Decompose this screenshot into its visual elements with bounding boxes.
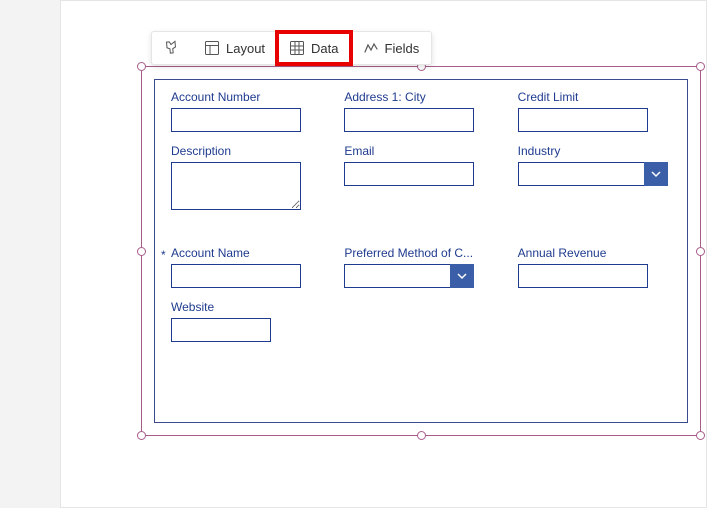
chevron-down-icon xyxy=(450,264,474,288)
field-email[interactable]: Email xyxy=(344,144,497,210)
field-industry[interactable]: Industry xyxy=(518,144,671,210)
field-label: Description xyxy=(171,144,324,158)
field-annual-revenue[interactable]: Annual Revenue xyxy=(518,246,671,288)
credit-limit-input[interactable] xyxy=(518,108,648,132)
field-credit-limit[interactable]: Credit Limit xyxy=(518,90,671,132)
resize-handle-bottom-right[interactable] xyxy=(696,431,705,440)
field-account-name[interactable]: * Account Name xyxy=(171,246,324,288)
layout-tab[interactable]: Layout xyxy=(192,32,277,64)
field-description[interactable]: Description xyxy=(171,144,324,210)
account-name-input[interactable] xyxy=(171,264,301,288)
field-label: Address 1: City xyxy=(344,90,497,104)
select-box xyxy=(344,264,450,288)
preferred-method-select[interactable] xyxy=(344,264,474,288)
field-label: Account Number xyxy=(171,90,324,104)
resize-handle-bottom-middle[interactable] xyxy=(417,431,426,440)
field-address1-city[interactable]: Address 1: City xyxy=(344,90,497,132)
field-website[interactable]: Website xyxy=(171,300,324,342)
layout-icon xyxy=(204,40,220,56)
fields-tab-label: Fields xyxy=(385,41,420,56)
select-box xyxy=(518,162,644,186)
form-group[interactable]: Account Number Address 1: City Credit Li… xyxy=(154,79,688,423)
data-tab-label: Data xyxy=(311,41,338,56)
chevron-down-icon xyxy=(644,162,668,186)
empty-cell xyxy=(344,300,497,342)
field-preferred-method[interactable]: Preferred Method of C... xyxy=(344,246,497,288)
required-marker: * xyxy=(161,248,166,262)
field-label: Credit Limit xyxy=(518,90,671,104)
data-tab[interactable]: Data xyxy=(277,32,350,64)
account-number-input[interactable] xyxy=(171,108,301,132)
field-label: Website xyxy=(171,300,324,314)
fields-icon xyxy=(363,40,379,56)
grid-icon xyxy=(289,40,305,56)
resize-handle-middle-right[interactable] xyxy=(696,247,705,256)
pin-button[interactable] xyxy=(152,32,192,64)
resize-handle-top-left[interactable] xyxy=(137,62,146,71)
field-label: Preferred Method of C... xyxy=(344,246,497,260)
address1-city-input[interactable] xyxy=(344,108,474,132)
canvas-area: Layout Data Fields xyxy=(60,0,707,508)
empty-cell xyxy=(518,300,671,342)
description-input[interactable] xyxy=(171,162,301,210)
email-input[interactable] xyxy=(344,162,474,186)
annual-revenue-input[interactable] xyxy=(518,264,648,288)
field-label: Email xyxy=(344,144,497,158)
field-label: Annual Revenue xyxy=(518,246,671,260)
fields-tab[interactable]: Fields xyxy=(351,32,432,64)
field-label: Industry xyxy=(518,144,671,158)
resize-handle-bottom-left[interactable] xyxy=(137,431,146,440)
form-grid: Account Number Address 1: City Credit Li… xyxy=(171,90,671,342)
field-account-number[interactable]: Account Number xyxy=(171,90,324,132)
resize-handle-top-right[interactable] xyxy=(696,62,705,71)
section-divider xyxy=(171,222,671,234)
layout-tab-label: Layout xyxy=(226,41,265,56)
context-toolbar: Layout Data Fields xyxy=(151,31,432,65)
selection-frame[interactable]: Account Number Address 1: City Credit Li… xyxy=(141,66,701,436)
field-label: Account Name xyxy=(171,246,324,260)
website-input[interactable] xyxy=(171,318,271,342)
resize-handle-middle-left[interactable] xyxy=(137,247,146,256)
pin-icon xyxy=(164,40,180,56)
industry-select[interactable] xyxy=(518,162,668,186)
